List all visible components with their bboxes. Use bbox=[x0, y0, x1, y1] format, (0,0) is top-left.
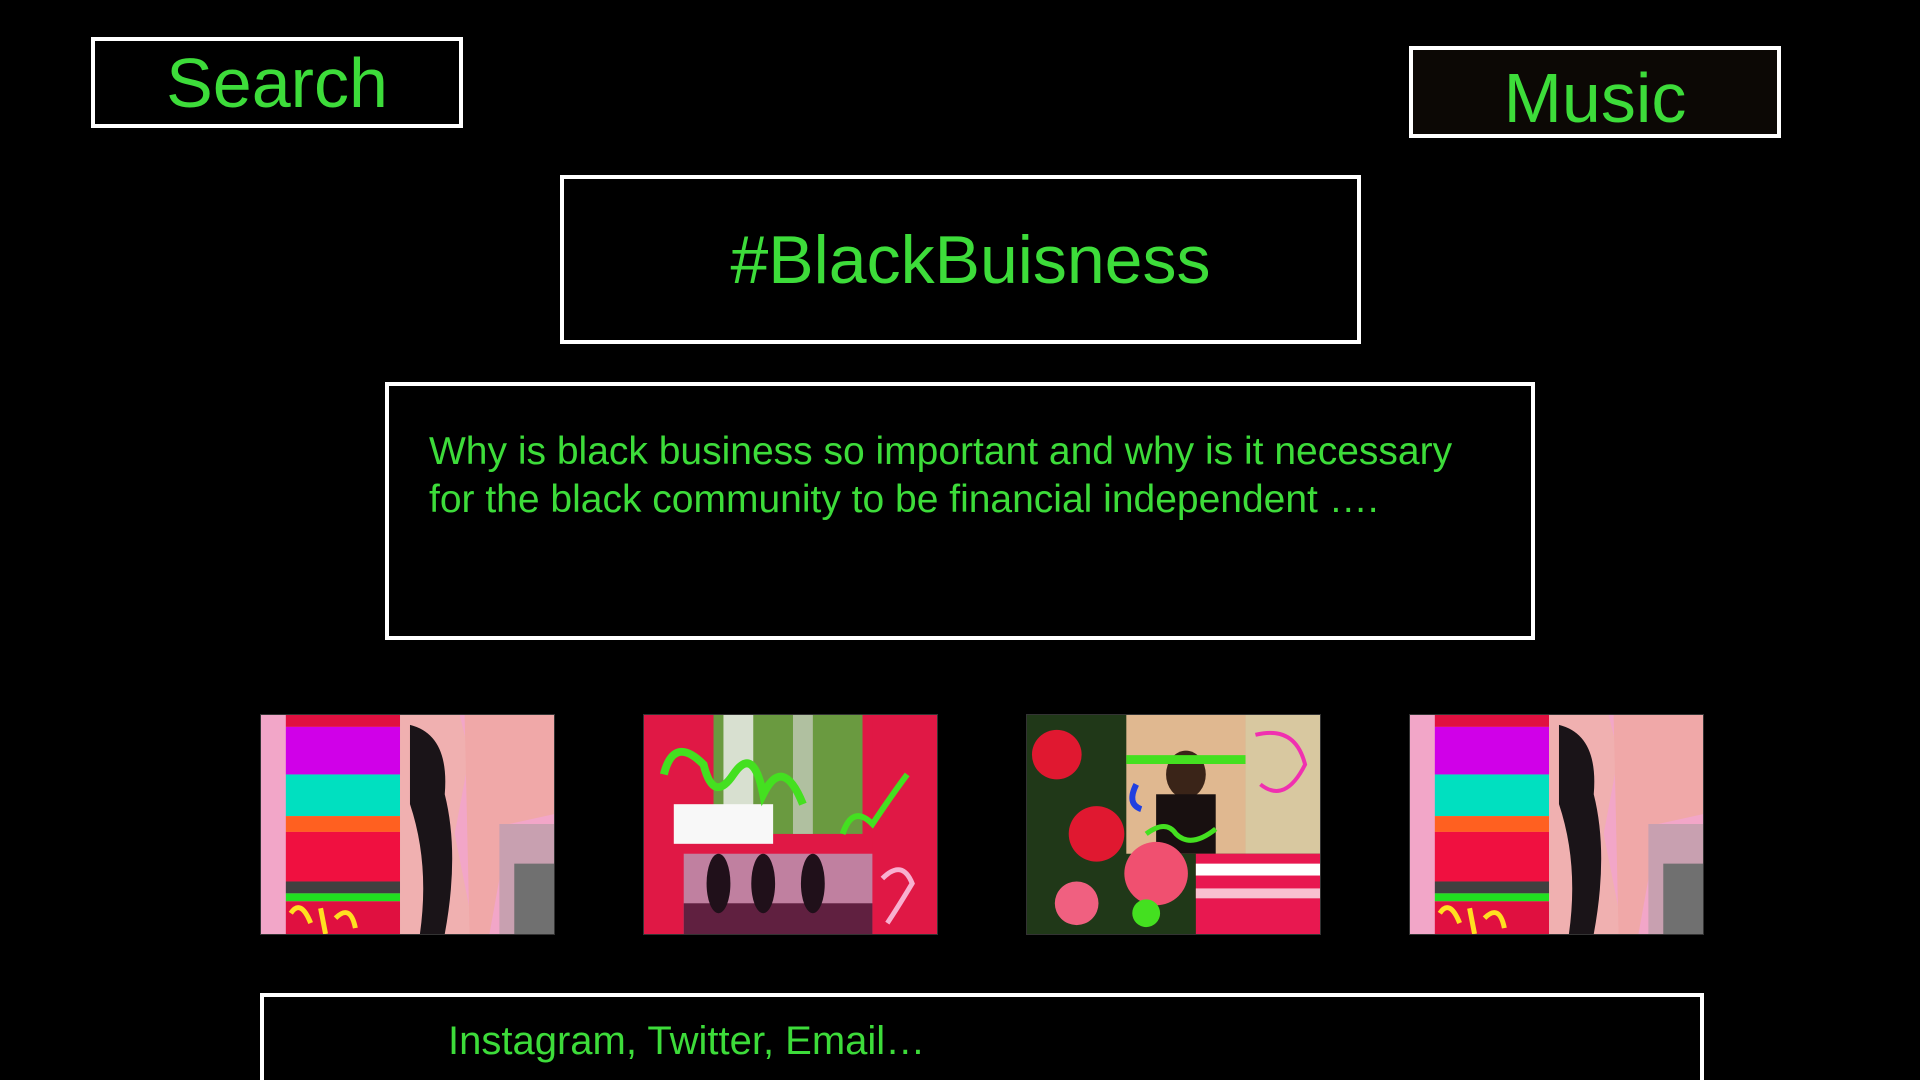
collage-silhouettes-image bbox=[644, 715, 937, 934]
music-button-label: Music bbox=[1503, 59, 1687, 137]
description-line-1: Why is black business so important and w… bbox=[429, 430, 1453, 473]
search-button-label: Search bbox=[166, 43, 388, 122]
page-title: #BlackBuisness bbox=[730, 221, 1211, 298]
gallery-image-1[interactable] bbox=[260, 714, 555, 935]
contact-footer: Instagram, Twitter, Email… bbox=[260, 993, 1704, 1080]
gallery-image-4[interactable] bbox=[1409, 714, 1704, 935]
contact-links-text[interactable]: Instagram, Twitter, Email… bbox=[448, 1019, 925, 1063]
gallery-image-3[interactable] bbox=[1026, 714, 1321, 935]
page-title-box: #BlackBuisness bbox=[560, 175, 1361, 344]
description-box: Why is black business so important and w… bbox=[385, 382, 1535, 640]
collage-figure-image bbox=[261, 715, 554, 934]
collage-flowers-portrait-image bbox=[1027, 715, 1320, 934]
description-line-2: for the black community to be financial … bbox=[429, 478, 1379, 521]
page-root: Search Music #BlackBuisness Why is black… bbox=[0, 0, 1920, 1080]
music-button[interactable]: Music bbox=[1409, 46, 1781, 138]
collage-figure-image-repeat bbox=[1410, 715, 1703, 934]
gallery-image-2[interactable] bbox=[643, 714, 938, 935]
search-button[interactable]: Search bbox=[91, 37, 463, 128]
